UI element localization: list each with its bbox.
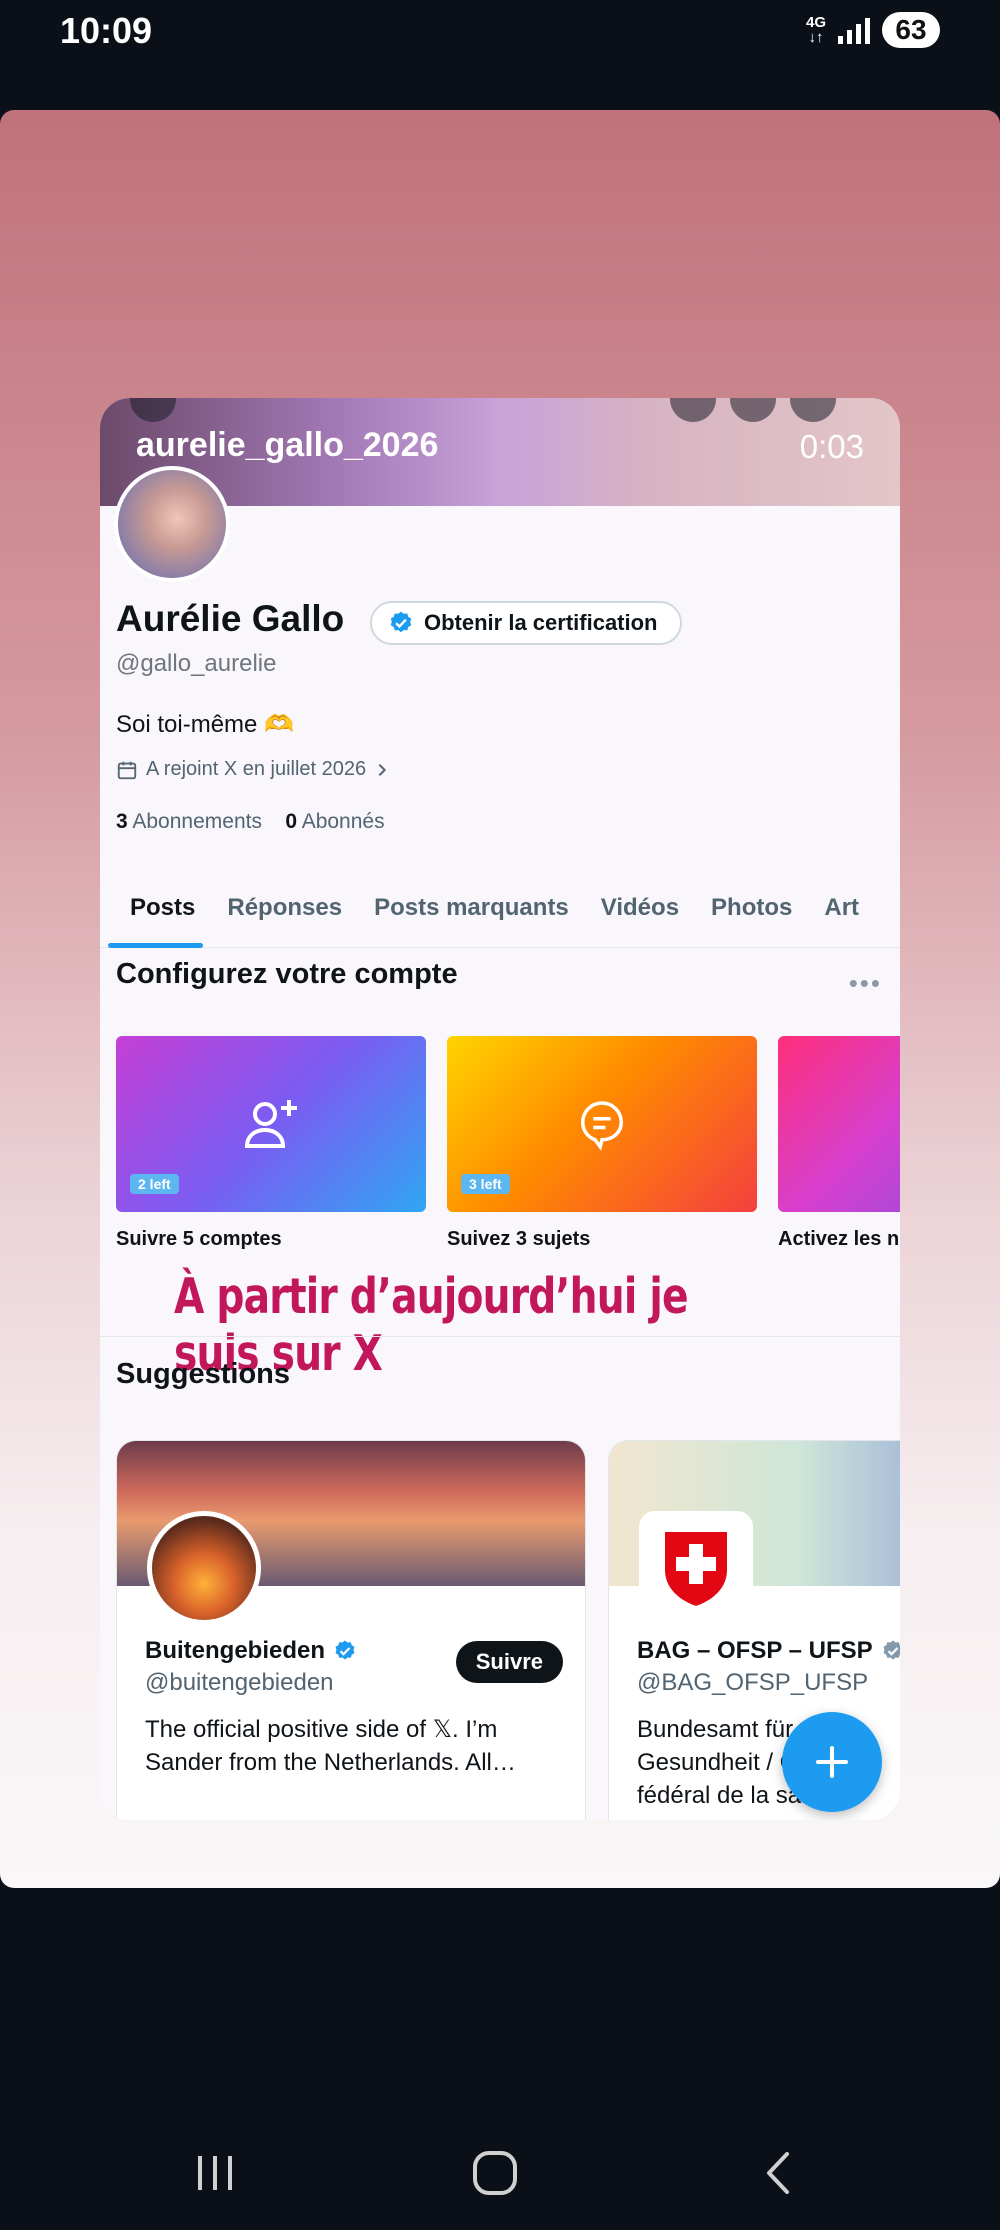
suggestion-name[interactable]: BAG – OFSP – UFSP (637, 1637, 900, 1665)
verified-badge-icon (390, 611, 412, 633)
network-indicator: 4G ↓↑ (805, 14, 826, 46)
profile-bio: Soi toi-même 🫶 (116, 711, 294, 738)
more-icon[interactable]: ••• (849, 968, 882, 999)
follow-stats: 3 Abonnements 0 Abonnés (116, 810, 385, 834)
tab-posts[interactable]: Posts (100, 868, 211, 948)
followers-label[interactable]: Abonnés (302, 810, 385, 833)
swiss-shield-icon (665, 1532, 727, 1606)
embedded-profile-screenshot: aurelie_gallo_2026 0:03 Aurélie Gallo Ob… (100, 398, 900, 1820)
calendar-icon (117, 761, 137, 779)
certification-button[interactable]: Obtenir la certification (370, 601, 682, 645)
tab-photos[interactable]: Photos (695, 868, 808, 948)
following-count: 3 (116, 810, 128, 833)
suggestion-name[interactable]: Buitengebieden (145, 1637, 357, 1665)
battery-indicator: 63 (882, 12, 940, 48)
search-icon (670, 398, 716, 422)
profile-tabs: Posts Réponses Posts marquants Vidéos Ph… (100, 868, 900, 948)
setup-card-topics[interactable]: 3 left (447, 1036, 757, 1212)
verified-badge-icon (335, 1640, 355, 1660)
remaining-badge: 3 left (461, 1174, 510, 1194)
status-time: 10:09 (60, 10, 153, 51)
follow-button[interactable]: Suivre (455, 1641, 563, 1683)
suggestion-avatar[interactable] (147, 1511, 261, 1625)
plus-icon (816, 1746, 848, 1778)
joined-info[interactable]: A rejoint X en juillet 2026 (116, 758, 390, 781)
joined-text: A rejoint X en juillet 2026 (146, 758, 367, 780)
suggestion-card[interactable]: Buitengebieden @buitengebieden Suivre Th… (116, 1440, 586, 1820)
tab-highlights[interactable]: Posts marquants (358, 868, 585, 948)
suggestion-handle: @BAG_OFSP_UFSP (637, 1669, 869, 1696)
add-user-icon (244, 1100, 297, 1148)
divider (100, 1336, 900, 1337)
reel-duration: 0:03 (799, 428, 864, 465)
remaining-badge: 2 left (130, 1174, 179, 1194)
reel-card[interactable]: aurelie_gallo_2026 0:03 Aurélie Gallo Ob… (0, 110, 1000, 1888)
verified-badge-icon (883, 1640, 900, 1660)
following-label[interactable]: Abonnements (132, 810, 262, 833)
tab-articles[interactable]: Art (808, 868, 875, 948)
compose-fab-button[interactable] (782, 1712, 882, 1812)
tab-videos[interactable]: Vidéos (585, 868, 695, 948)
suggestions-title: Suggestions (116, 1358, 291, 1390)
setup-card-notifications[interactable] (778, 1036, 900, 1212)
setup-card-label: Suivre 5 comptes (116, 1228, 282, 1250)
signal-icon (838, 16, 870, 44)
status-bar: 10:09 4G ↓↑ 63 (0, 0, 1000, 70)
profile-handle: @gallo_aurelie (116, 650, 277, 677)
back-icon (130, 398, 176, 422)
home-icon[interactable] (470, 2148, 520, 2198)
certification-label: Obtenir la certification (424, 610, 658, 635)
status-icons: 4G ↓↑ 63 (806, 12, 940, 48)
avatar[interactable] (114, 466, 230, 582)
topic-icon (580, 1101, 624, 1151)
profile-name: Aurélie Gallo (116, 598, 345, 639)
tab-replies[interactable]: Réponses (211, 868, 358, 948)
back-icon[interactable] (755, 2148, 805, 2198)
share-icon (790, 398, 836, 422)
setup-card-label: Activez les n (778, 1228, 900, 1250)
followers-count: 0 (285, 810, 297, 833)
setup-card-label: Suivez 3 sujets (447, 1228, 591, 1250)
edit-icon (730, 398, 776, 422)
suggestion-handle: @buitengebieden (145, 1669, 334, 1696)
recent-apps-icon[interactable] (190, 2148, 240, 2198)
navigation-bar (0, 2120, 1000, 2230)
setup-card-follow[interactable]: 2 left (116, 1036, 426, 1212)
reel-username[interactable]: aurelie_gallo_2026 (136, 426, 438, 465)
suggestion-avatar[interactable] (639, 1511, 753, 1625)
suggestion-bio: The official positive side of 𝕏. I’m San… (145, 1716, 516, 1776)
setup-title: Configurez votre compte (116, 958, 458, 990)
chevron-right-icon (378, 763, 387, 776)
